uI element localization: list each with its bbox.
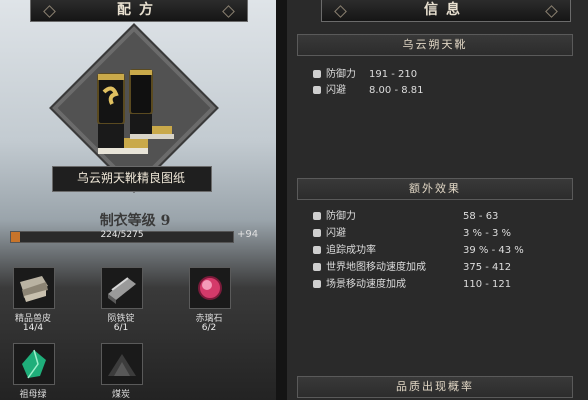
- shield-icon: [313, 212, 321, 220]
- craft-level: 制衣等级 9: [60, 210, 210, 230]
- base-stat-evasion: 闪避 8.00 - 8.81: [313, 84, 424, 98]
- material-slot-ingot[interactable]: [101, 267, 143, 309]
- info-tab-title: 信息: [321, 0, 571, 22]
- ingot-icon: [108, 277, 136, 304]
- quality-probability-title: 品质出现概率: [297, 376, 573, 398]
- info-panel: 信息 乌云朔天靴 防御力 191 - 210 闪避 8.00 - 8.81 额外…: [287, 0, 588, 400]
- recipe-panel: 配方 乌云朔天靴精良图纸 制衣等级 9 224/5275 +94 精品兽皮 14…: [0, 0, 276, 400]
- experience-text: 224/5275: [100, 230, 144, 240]
- material-count: 6/1: [113, 323, 129, 333]
- extra-stat: 防御力 58 - 63: [313, 210, 583, 224]
- item-name: 乌云朔天靴精良图纸: [76, 171, 185, 185]
- extra-effects-title: 额外效果: [297, 178, 573, 200]
- emerald-icon: [22, 349, 46, 379]
- material-slot-emerald[interactable]: [13, 343, 55, 385]
- extra-stat: 世界地图移动速度加成 375 - 412: [313, 261, 583, 275]
- shield-icon: [313, 70, 321, 78]
- base-stat-defense: 防御力 191 - 210: [313, 68, 417, 82]
- boots-icon: [86, 66, 182, 162]
- craft-level-value: 9: [160, 213, 171, 229]
- extra-stat: 追踪成功率 39 % - 43 %: [313, 244, 583, 258]
- material-name: 祖母绿: [19, 390, 47, 400]
- boot-icon: [313, 86, 321, 94]
- panel-divider: [276, 0, 287, 400]
- material-name: 煤炭: [111, 390, 130, 400]
- world-map-icon: [313, 263, 321, 271]
- item-title-bar: 乌云朔天靴: [297, 34, 573, 56]
- craft-level-label: 制衣等级: [99, 213, 156, 229]
- recipe-tab-title: 配方: [30, 0, 248, 22]
- extra-stat: 场景移动速度加成 110 - 121: [313, 278, 583, 292]
- red-gem-icon: [198, 276, 222, 300]
- leather-icon: [20, 276, 48, 302]
- boot-icon: [313, 229, 321, 237]
- material-count: 6/2: [201, 323, 217, 333]
- material-slot-leather[interactable]: [13, 267, 55, 309]
- material-slot-red-gem[interactable]: [189, 267, 231, 309]
- coal-icon: [108, 354, 136, 376]
- experience-bar: 224/5275: [10, 230, 234, 243]
- target-icon: [313, 246, 321, 254]
- run-icon: [313, 280, 321, 288]
- experience-gain: +94: [237, 229, 259, 240]
- extra-stat: 闪避 3 % - 3 %: [313, 227, 583, 241]
- material-slot-coal[interactable]: [101, 343, 143, 385]
- material-count: 14/4: [22, 323, 44, 333]
